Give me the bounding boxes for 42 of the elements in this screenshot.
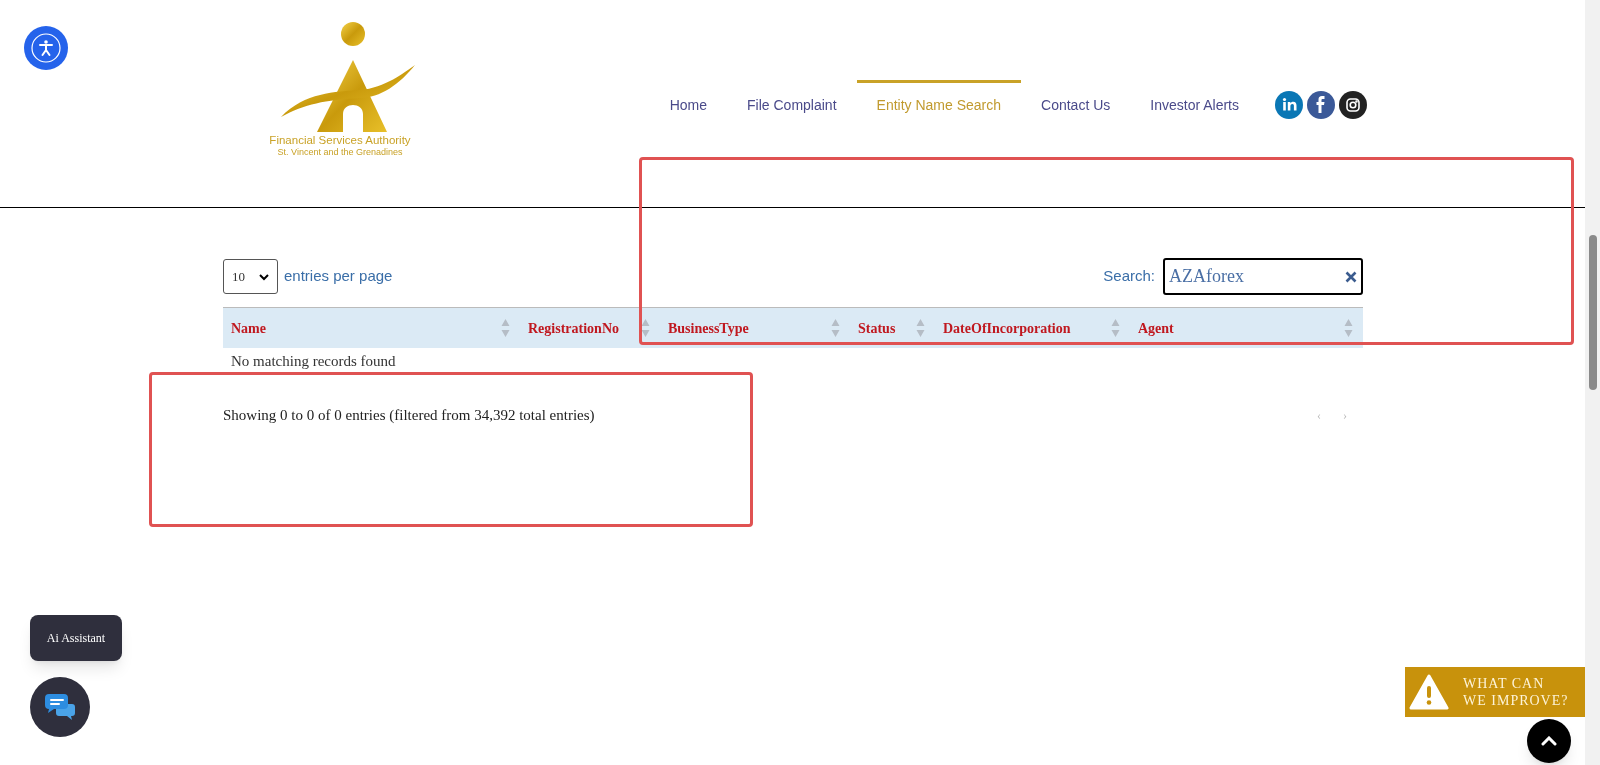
sort-icon (1111, 318, 1120, 338)
table-info: Showing 0 to 0 of 0 entries (filtered from 34,392 total entries) (223, 406, 595, 425)
column-header[interactable]: Status (858, 317, 896, 339)
chevron-up-icon (1541, 736, 1557, 746)
entries-select[interactable]: 10 (223, 259, 278, 294)
ai-assistant-button[interactable]: Ai Assistant (30, 615, 122, 661)
search-field[interactable]: AZAforex (1163, 258, 1363, 295)
chevron-down-icon (259, 272, 269, 281)
sort-icon (1344, 318, 1353, 338)
nav-link[interactable]: File Complaint (727, 80, 857, 126)
nav-link[interactable]: Contact Us (1021, 80, 1131, 126)
column-header[interactable]: DateOfIncorporation (943, 317, 1071, 339)
sort-icon (831, 318, 840, 338)
column-header[interactable]: Name (231, 317, 266, 339)
clear-icon[interactable] (1345, 270, 1357, 283)
chat-button[interactable] (30, 677, 90, 737)
feedback-tab[interactable]: WHAT CAN WE IMPROVE? (1405, 667, 1585, 717)
sort-icon (916, 318, 925, 338)
scroll-top-button[interactable] (1527, 719, 1571, 763)
nav-link[interactable]: Entity Name Search (856, 80, 1022, 126)
column-header[interactable]: Agent (1138, 317, 1174, 339)
chat-icon (44, 692, 76, 722)
nav-link[interactable]: Investor Alerts (1130, 80, 1259, 126)
feedback-text: WHAT CAN (1463, 675, 1546, 692)
logo-subtitle: St. Vincent and the Grenadines (277, 147, 403, 158)
instagram-icon[interactable] (1339, 90, 1367, 119)
warning-icon (1409, 674, 1449, 710)
linkedin-icon[interactable] (1275, 90, 1303, 119)
accessibility-icon (30, 32, 62, 64)
nav-link[interactable]: Home (649, 80, 728, 126)
empty-message: No matching records found (231, 352, 396, 370)
entries-label: entries per page (284, 266, 393, 287)
facebook-icon[interactable] (1307, 90, 1335, 119)
logo-title: Financial Services Authority (269, 134, 411, 147)
column-header[interactable]: BusinessType (668, 317, 749, 339)
search-label: Search: (1103, 266, 1155, 287)
sort-icon (501, 318, 510, 338)
accessibility-button[interactable] (24, 26, 68, 70)
feedback-text: WE IMPROVE? (1463, 692, 1569, 709)
column-header[interactable]: RegistrationNo (528, 317, 619, 339)
sort-icon (641, 318, 650, 338)
scrollbar[interactable] (1585, 0, 1600, 765)
